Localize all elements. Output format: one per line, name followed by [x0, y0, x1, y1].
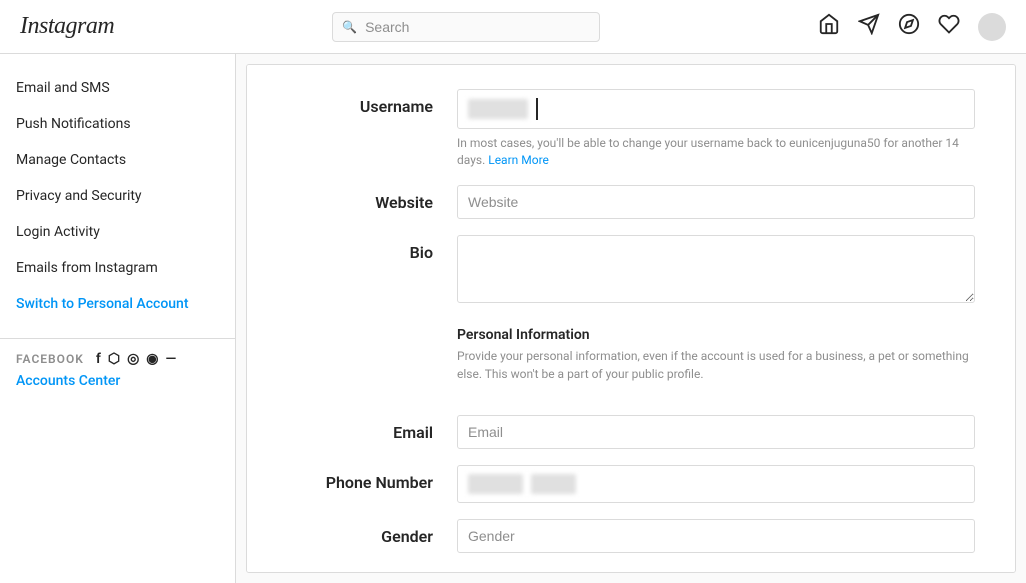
- heart-icon[interactable]: [938, 13, 960, 40]
- username-label: Username: [287, 89, 457, 116]
- website-input[interactable]: [457, 185, 975, 219]
- email-field-wrap: [457, 415, 975, 449]
- facebook-icon: f: [96, 351, 102, 367]
- gender-row: Gender: [287, 519, 975, 553]
- facebook-title: FACEBOOK f ⬡ ◎ ◉ —: [16, 351, 219, 367]
- website-row: Website: [287, 185, 975, 219]
- phone-blur-1: [468, 474, 523, 494]
- personal-info-row: Personal Information Provide your person…: [287, 323, 975, 399]
- sidebar-item-email-sms[interactable]: Email and SMS: [0, 70, 235, 106]
- sidebar-item-manage-contacts[interactable]: Manage Contacts: [0, 142, 235, 178]
- phone-blur-2: [531, 474, 576, 494]
- gender-input[interactable]: [457, 519, 975, 553]
- whatsapp-icon: ◉: [146, 351, 159, 367]
- sidebar-item-login-activity[interactable]: Login Activity: [0, 214, 235, 250]
- header-icons: [818, 13, 1006, 41]
- form-area: Username In most cases, you'll be able t…: [246, 64, 1016, 573]
- instagram-small-icon: ⬡: [108, 351, 121, 367]
- username-field: In most cases, you'll be able to change …: [457, 89, 975, 169]
- similar-accounts-label: Similar Account Suggestions: [287, 569, 457, 573]
- send-icon[interactable]: [858, 13, 880, 40]
- email-row: Email: [287, 415, 975, 449]
- username-blur-1: [468, 99, 528, 119]
- email-label: Email: [287, 415, 457, 442]
- accounts-center-link[interactable]: Accounts Center: [16, 373, 120, 389]
- home-icon[interactable]: [818, 13, 840, 40]
- facebook-icons: f ⬡ ◎ ◉ —: [96, 351, 177, 367]
- search-input[interactable]: [332, 12, 600, 42]
- sidebar-item-push-notifications[interactable]: Push Notifications: [0, 106, 235, 142]
- similar-accounts-row: Similar Account Suggestions ✓ Include yo…: [287, 569, 975, 573]
- main-content: Email and SMS Push Notifications Manage …: [0, 54, 1026, 583]
- messenger-icon: ◎: [127, 351, 140, 367]
- personal-info-block: Personal Information Provide your person…: [457, 323, 975, 383]
- sidebar-item-privacy-security[interactable]: Privacy and Security: [0, 178, 235, 214]
- bio-field: [457, 235, 975, 307]
- personal-info-spacer: [287, 323, 457, 331]
- learn-more-link[interactable]: Learn More: [488, 153, 549, 167]
- website-field: [457, 185, 975, 219]
- username-separator: [536, 98, 538, 120]
- email-input[interactable]: [457, 415, 975, 449]
- sidebar-item-emails-instagram[interactable]: Emails from Instagram: [0, 250, 235, 286]
- search-icon: 🔍: [342, 20, 357, 34]
- avatar[interactable]: [978, 13, 1006, 41]
- personal-info-heading: Personal Information: [457, 327, 975, 343]
- website-label: Website: [287, 185, 457, 212]
- sidebar-facebook-section: FACEBOOK f ⬡ ◎ ◉ — Accounts Center: [0, 338, 235, 401]
- username-helper-text: In most cases, you'll be able to change …: [457, 135, 975, 169]
- sidebar-item-switch-personal[interactable]: Switch to Personal Account: [0, 286, 235, 322]
- phone-field-wrap: [457, 465, 975, 503]
- search-container: 🔍: [332, 12, 600, 42]
- phone-row: Phone Number: [287, 465, 975, 503]
- app-header: Instagram 🔍: [0, 0, 1026, 54]
- bio-label: Bio: [287, 235, 457, 262]
- sidebar: Email and SMS Push Notifications Manage …: [0, 54, 236, 583]
- gender-label: Gender: [287, 519, 457, 546]
- link-icon: —: [166, 351, 178, 367]
- personal-info-desc: Provide your personal information, even …: [457, 347, 975, 383]
- similar-accounts-field: ✓ Include your account when recommending…: [457, 569, 975, 573]
- username-row: Username In most cases, you'll be able t…: [287, 89, 975, 169]
- gender-field-wrap: [457, 519, 975, 553]
- compass-icon[interactable]: [898, 13, 920, 40]
- phone-label: Phone Number: [287, 465, 457, 492]
- bio-input[interactable]: [457, 235, 975, 303]
- instagram-logo: Instagram: [20, 13, 114, 40]
- bio-row: Bio: [287, 235, 975, 307]
